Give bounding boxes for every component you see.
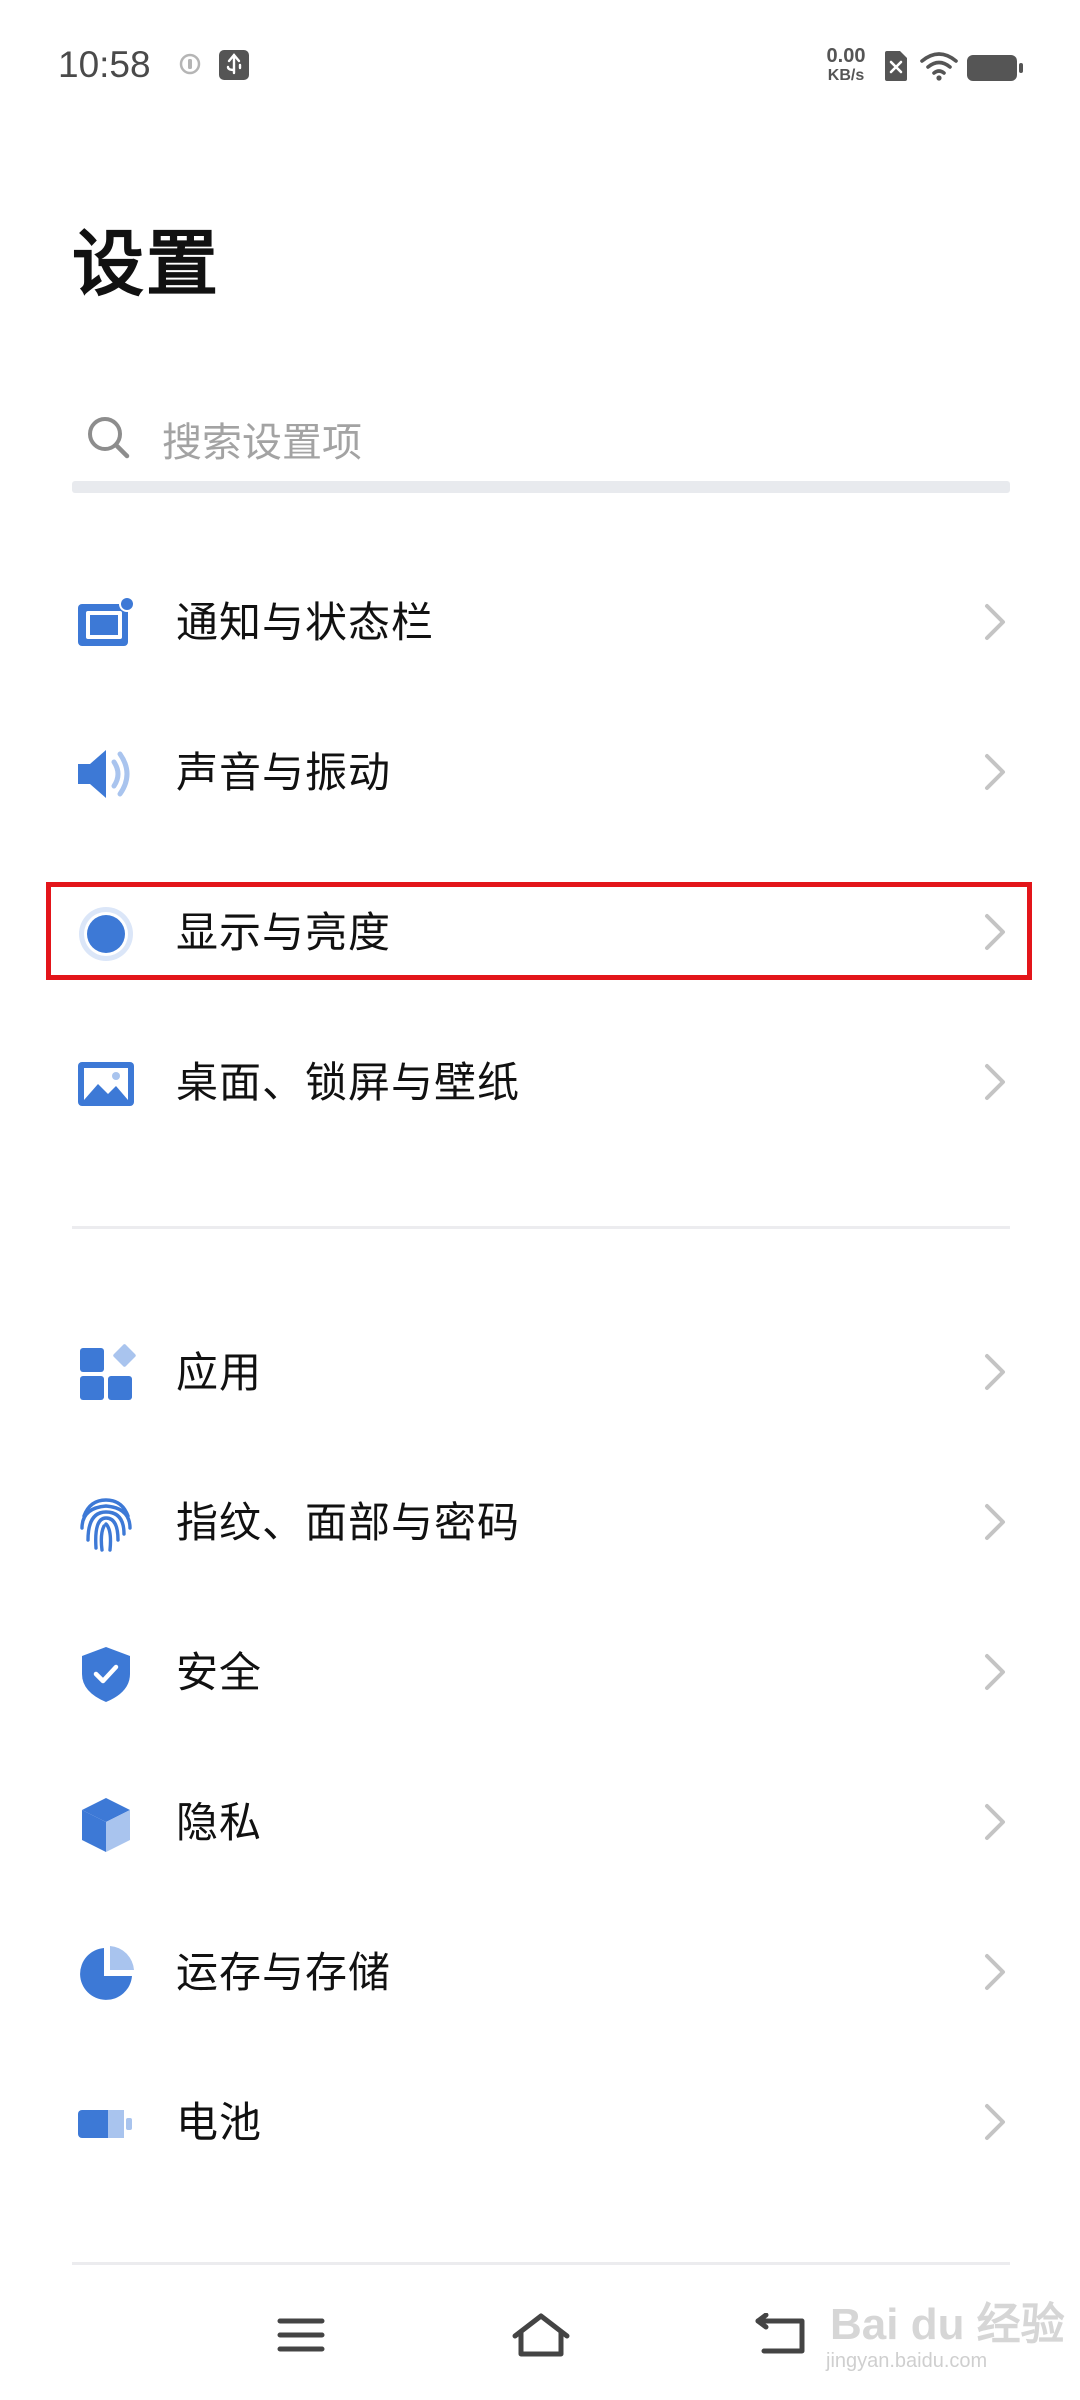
apps-icon [76,1344,136,1404]
status-bar: 10:58 0.00 KB/s [0,0,1080,140]
settings-item-label: 应用 [176,1348,263,1397]
home-icon [512,2313,570,2357]
battery-settings-icon [76,2094,136,2154]
settings-item-label: 声音与振动 [176,748,392,797]
chevron-right-icon [982,1352,1008,1392]
chevron-right-icon [982,1502,1008,1542]
settings-item-label: 安全 [176,1648,263,1697]
settings-item-label: 运存与存储 [176,1948,392,1997]
recent-apps-button[interactable] [246,2290,356,2380]
watermark-brand: Bai du 经验 [830,2300,1065,2349]
wallpaper-icon [76,1054,136,1114]
fingerprint-icon [76,1494,136,1554]
search-input[interactable] [162,413,962,473]
chevron-right-icon [982,1802,1008,1842]
settings-item-label: 通知与状态栏 [176,598,435,647]
status-time: 10:58 [58,44,151,85]
notification-statusbar-icon [76,594,136,654]
settings-item-label: 桌面、锁屏与壁纸 [176,1058,521,1107]
page-title: 设置 [72,222,221,306]
settings-item-battery[interactable]: 电池 [0,2052,1080,2192]
settings-item-label: 指纹、面部与密码 [176,1498,521,1547]
settings-item-apps[interactable]: 应用 [0,1302,1080,1442]
chevron-right-icon [982,602,1008,642]
home-button[interactable] [486,2290,596,2380]
speaker-icon [76,744,136,804]
settings-item-security[interactable]: 安全 [0,1602,1080,1742]
network-speed-unit: KB/s [827,67,865,84]
menu-icon [277,2318,325,2352]
network-speed: 0.00 KB/s [818,46,874,84]
settings-item-wallpaper[interactable]: 桌面、锁屏与壁纸 [0,1012,1080,1152]
settings-item-label: 显示与亮度 [176,908,392,957]
settings-item-fingerprint[interactable]: 指纹、面部与密码 [0,1452,1080,1592]
watermark-url: jingyan.baidu.com [826,2350,988,2372]
chevron-right-icon [982,1062,1008,1102]
settings-item-display[interactable]: 显示与亮度 [0,862,1080,1002]
chevron-right-icon [982,1652,1008,1692]
storage-pie-icon [76,1944,136,2004]
back-icon [755,2313,805,2354]
chevron-right-icon [982,2102,1008,2142]
chevron-right-icon [982,1952,1008,1992]
chevron-right-icon [982,912,1008,952]
settings-item-notifications[interactable]: 通知与状态栏 [0,552,1080,692]
network-speed-value: 0.00 [826,45,866,67]
shield-icon [76,1644,136,1704]
settings-item-storage[interactable]: 运存与存储 [0,1902,1080,2042]
no-sim-icon [884,50,908,86]
notification-dot-icon [178,52,202,80]
settings-item-privacy[interactable]: 隐私 [0,1752,1080,1892]
search-icon [84,413,134,467]
search-underline [72,481,1010,493]
settings-item-sound[interactable]: 声音与振动 [0,702,1080,842]
display-brightness-icon [76,904,136,964]
section-divider [72,1226,1010,1229]
baidu-jingyan-watermark: Bai du 经验 jingyan.baidu.com [820,2240,1070,2390]
settings-item-label: 电池 [176,2098,263,2147]
usb-debug-icon [218,49,250,85]
battery-icon [966,54,1024,86]
settings-item-label: 隐私 [176,1798,263,1847]
privacy-cube-icon [76,1794,136,1854]
chevron-right-icon [982,752,1008,792]
search-bar[interactable] [72,395,1010,495]
wifi-icon [920,51,958,85]
